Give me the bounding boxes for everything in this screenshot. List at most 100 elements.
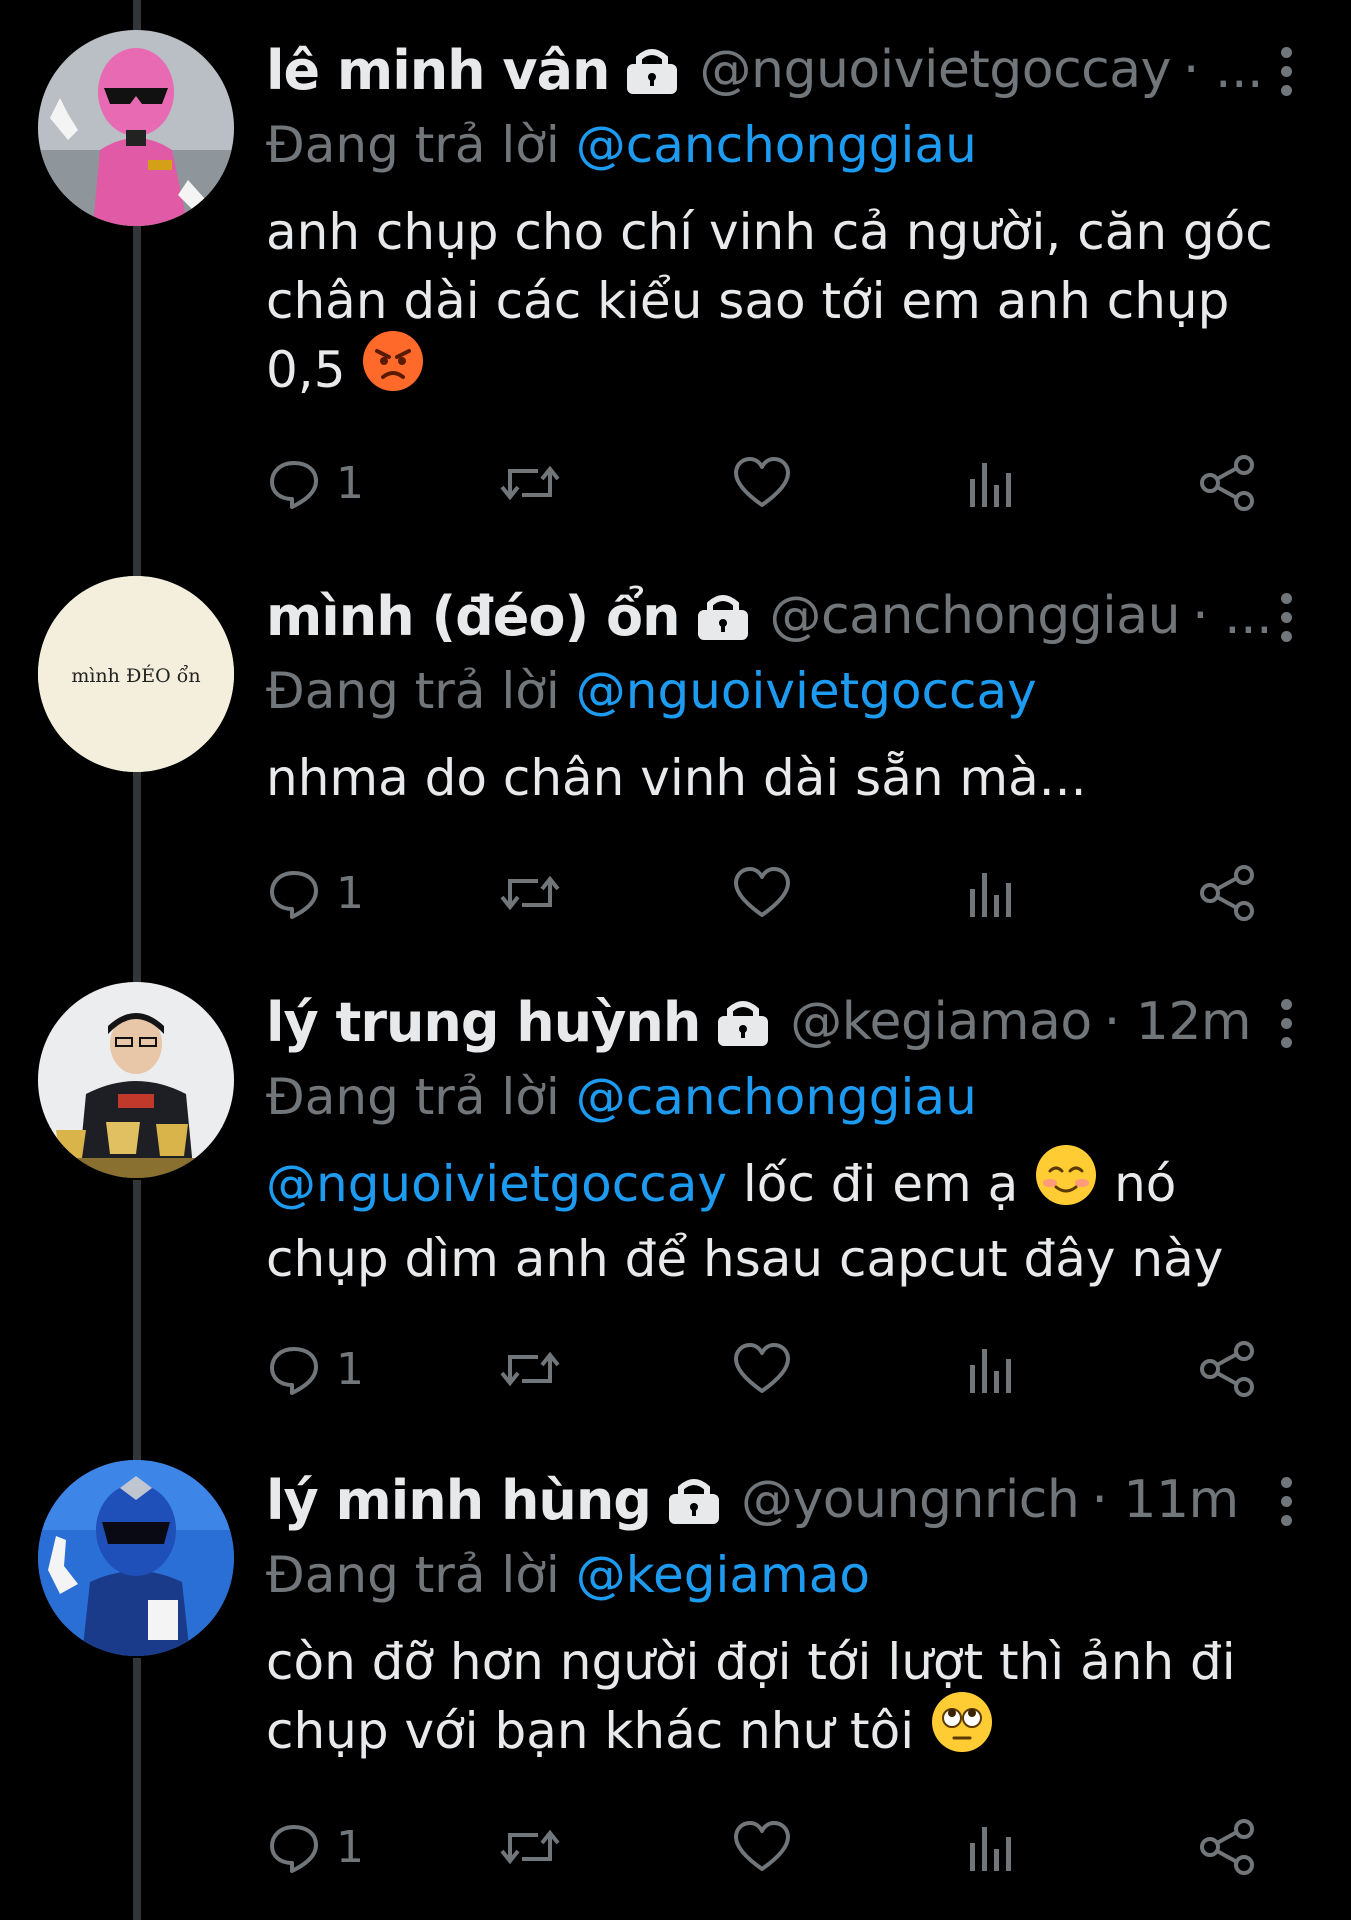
share-icon (1200, 1819, 1254, 1875)
thread-line (133, 226, 141, 576)
smiling-face-emoji (1034, 1143, 1098, 1225)
text-line: 0,5 (266, 341, 346, 399)
reply-icon (270, 1825, 318, 1873)
tweet-header: lý minh hùng @youngnrich · 11m (266, 1460, 1306, 1540)
text-line: lốc đi em ạ (727, 1155, 1019, 1213)
inline-mention[interactable]: @nguoivietgoccay (266, 1155, 727, 1213)
timestamp[interactable]: · ... (1192, 586, 1273, 646)
reply-button[interactable]: 1 (266, 1812, 364, 1882)
reply-to-mention[interactable]: @kegiamao (576, 1546, 870, 1604)
avatar[interactable]: mình ĐÉO ổn (38, 576, 234, 772)
views-chart-icon (970, 463, 1011, 507)
tweet-actions: 1 (266, 1812, 1276, 1882)
share-button[interactable] (1198, 448, 1258, 518)
share-icon (1200, 865, 1254, 921)
retweet-icon (500, 1829, 560, 1865)
reply-label: Đang trả lời (266, 1546, 560, 1604)
views-chart-icon (970, 1349, 1011, 1393)
thread-line (133, 772, 141, 982)
more-options-icon[interactable] (1266, 1466, 1306, 1536)
reply-icon (270, 1347, 318, 1395)
reply-count: 1 (336, 457, 364, 509)
reply-count: 1 (336, 1343, 364, 1395)
retweet-icon (500, 465, 560, 501)
tweet-text: anh chụp cho chí vinh cả người, căn góc … (266, 198, 1306, 411)
reply-label: Đang trả lời (266, 662, 560, 720)
tweet-header: mình (đéo) ổn @canchonggiau · ... (266, 576, 1306, 656)
pink-ranger-avatar (38, 30, 234, 226)
timestamp[interactable]: · 11m (1091, 1470, 1239, 1530)
person-with-trophies-avatar (38, 982, 234, 1178)
share-button[interactable] (1198, 858, 1258, 928)
lock-icon (665, 1474, 723, 1526)
thread-line (133, 1658, 141, 1920)
text-line: anh chụp cho chí vinh cả người, căn góc (266, 203, 1273, 261)
heart-icon (734, 1343, 790, 1393)
display-name[interactable]: mình (đéo) ổn (266, 585, 681, 648)
retweet-icon (500, 1351, 560, 1387)
lock-icon (694, 590, 752, 642)
like-button[interactable] (732, 1812, 792, 1882)
reply-button[interactable]: 1 (266, 1334, 364, 1404)
text-line: chân dài các kiểu sao tới em anh chụp (266, 272, 1230, 330)
reply-count: 1 (336, 867, 364, 919)
retweet-button[interactable] (498, 448, 562, 518)
heart-icon (734, 1821, 790, 1871)
like-button[interactable] (732, 448, 792, 518)
reply-label: Đang trả lời (266, 116, 560, 174)
views-button[interactable] (966, 1812, 1016, 1882)
retweet-button[interactable] (498, 858, 562, 928)
lock-icon (623, 44, 681, 96)
reply-context: Đang trả lời @canchonggiau (266, 110, 1306, 180)
tweet-header: lý trung huỳnh @kegiamao · 12m (266, 982, 1306, 1062)
reply-to-mention[interactable]: @nguoivietgoccay (576, 662, 1037, 720)
display-name[interactable]: lý trung huỳnh (266, 991, 701, 1054)
timestamp[interactable]: · 12m (1104, 992, 1252, 1052)
share-icon (1200, 455, 1254, 511)
tweet-header: lê minh vân @nguoivietgoccay · ... (266, 30, 1306, 110)
user-handle[interactable]: @kegiamao (790, 992, 1092, 1052)
like-button[interactable] (732, 858, 792, 928)
display-name[interactable]: lý minh hùng (266, 1469, 652, 1532)
share-button[interactable] (1198, 1812, 1258, 1882)
display-name[interactable]: lê minh vân (266, 39, 610, 102)
reply-icon (270, 871, 318, 919)
like-button[interactable] (732, 1334, 792, 1404)
retweet-button[interactable] (498, 1812, 562, 1882)
heart-icon (734, 867, 790, 917)
tweet-actions: 1 (266, 858, 1276, 928)
retweet-button[interactable] (498, 1334, 562, 1404)
avatar[interactable] (38, 982, 234, 1178)
reply-button[interactable]: 1 (266, 858, 364, 928)
user-handle[interactable]: @nguoivietgoccay (699, 40, 1171, 100)
reply-button[interactable]: 1 (266, 448, 364, 518)
reply-icon (270, 461, 318, 509)
text-line: còn đỡ hơn người đợi tới lượt thì ảnh đi (266, 1633, 1236, 1691)
tweet-text: còn đỡ hơn người đợi tới lượt thì ảnh đi… (266, 1628, 1306, 1772)
more-options-icon[interactable] (1266, 36, 1306, 106)
views-button[interactable] (966, 858, 1016, 928)
views-button[interactable] (966, 1334, 1016, 1404)
tweet-actions: 1 (266, 448, 1276, 518)
more-options-icon[interactable] (1266, 988, 1306, 1058)
share-button[interactable] (1198, 1334, 1258, 1404)
reply-to-mention[interactable]: @canchonggiau (576, 116, 977, 174)
user-handle[interactable]: @youngnrich (741, 1470, 1080, 1530)
text-line: nhma do chân vinh dài sẵn mà... (266, 749, 1087, 807)
tweet-actions: 1 (266, 1334, 1276, 1404)
lock-icon (714, 996, 772, 1048)
eye-roll-emoji (930, 1690, 994, 1772)
text-line: chụp dìm anh để hsau capcut đây này (266, 1229, 1224, 1288)
reply-count: 1 (336, 1821, 364, 1873)
timestamp[interactable]: · ... (1183, 40, 1264, 100)
share-icon (1200, 1341, 1254, 1397)
tweet-text: @nguoivietgoccay lốc đi em ạ nó chụp dìm… (266, 1144, 1306, 1294)
more-options-icon[interactable] (1266, 582, 1306, 652)
avatar[interactable] (38, 1460, 234, 1656)
reply-to-mention[interactable]: @canchonggiau (576, 1068, 977, 1126)
avatar[interactable] (38, 30, 234, 226)
thread-line (133, 0, 141, 30)
user-handle[interactable]: @canchonggiau (770, 586, 1181, 646)
heart-icon (734, 457, 790, 507)
views-button[interactable] (966, 448, 1016, 518)
